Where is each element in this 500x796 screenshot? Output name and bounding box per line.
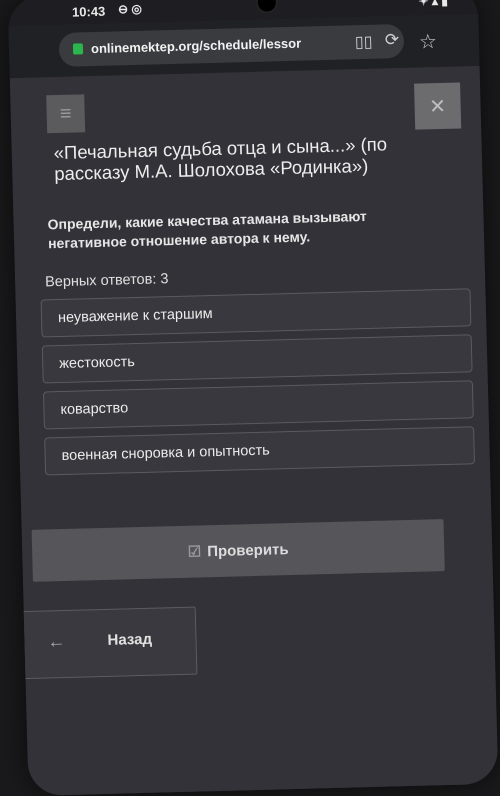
back-button-label: Назад [107,630,153,649]
status-icons: ⊖ ◎ [117,1,143,17]
reader-mode-icon[interactable]: ▯▯ [355,32,373,52]
answer-option[interactable]: коварство [42,380,474,430]
url-text[interactable]: onlinemektep.org/schedule/lessor [91,35,321,56]
close-button[interactable]: ✕ [414,82,462,130]
reload-icon[interactable]: ⟳ [385,30,400,50]
status-time: 10:43 [71,3,106,20]
close-icon: ✕ [428,95,447,118]
check-button[interactable]: ☑ Проверить [31,519,445,582]
signal-battery-icons: ✦ ▴ ▮ [418,0,449,9]
lesson-title: «Печальная судьба отца и сына...» (по ра… [53,133,388,185]
bookmark-star-icon[interactable]: ☆ [419,29,438,54]
checkbox-icon: ☑ [187,543,202,561]
address-bar[interactable]: onlinemektep.org/schedule/lessor ▯▯ ⟳ [58,23,405,67]
menu-button[interactable]: ≡ [46,94,86,134]
front-camera [257,0,277,12]
answer-option[interactable]: жестокость [41,334,473,384]
back-button[interactable]: ← Назад [15,606,198,680]
answer-list: неуважение к старшим жестокость коварств… [40,288,476,483]
question-text: Определи, какие качества атамана вызываю… [47,207,368,252]
answer-option[interactable]: неуважение к старшим [40,288,472,338]
lock-icon [72,43,84,55]
lesson-page: ≡ ✕ «Печальная судьба отца и сына...» (п… [9,65,499,796]
answer-option[interactable]: военная сноровка и опытность [44,426,476,476]
back-arrow-icon: ← [47,630,66,652]
menu-icon: ≡ [59,102,72,125]
check-button-label: Проверить [206,540,289,560]
correct-answers-count: Верных ответов: 3 [44,271,169,291]
phone-frame: 10:43 ⊖ ◎ ✦ ▴ ▮ onlinemektep.org/schedul… [7,0,499,796]
